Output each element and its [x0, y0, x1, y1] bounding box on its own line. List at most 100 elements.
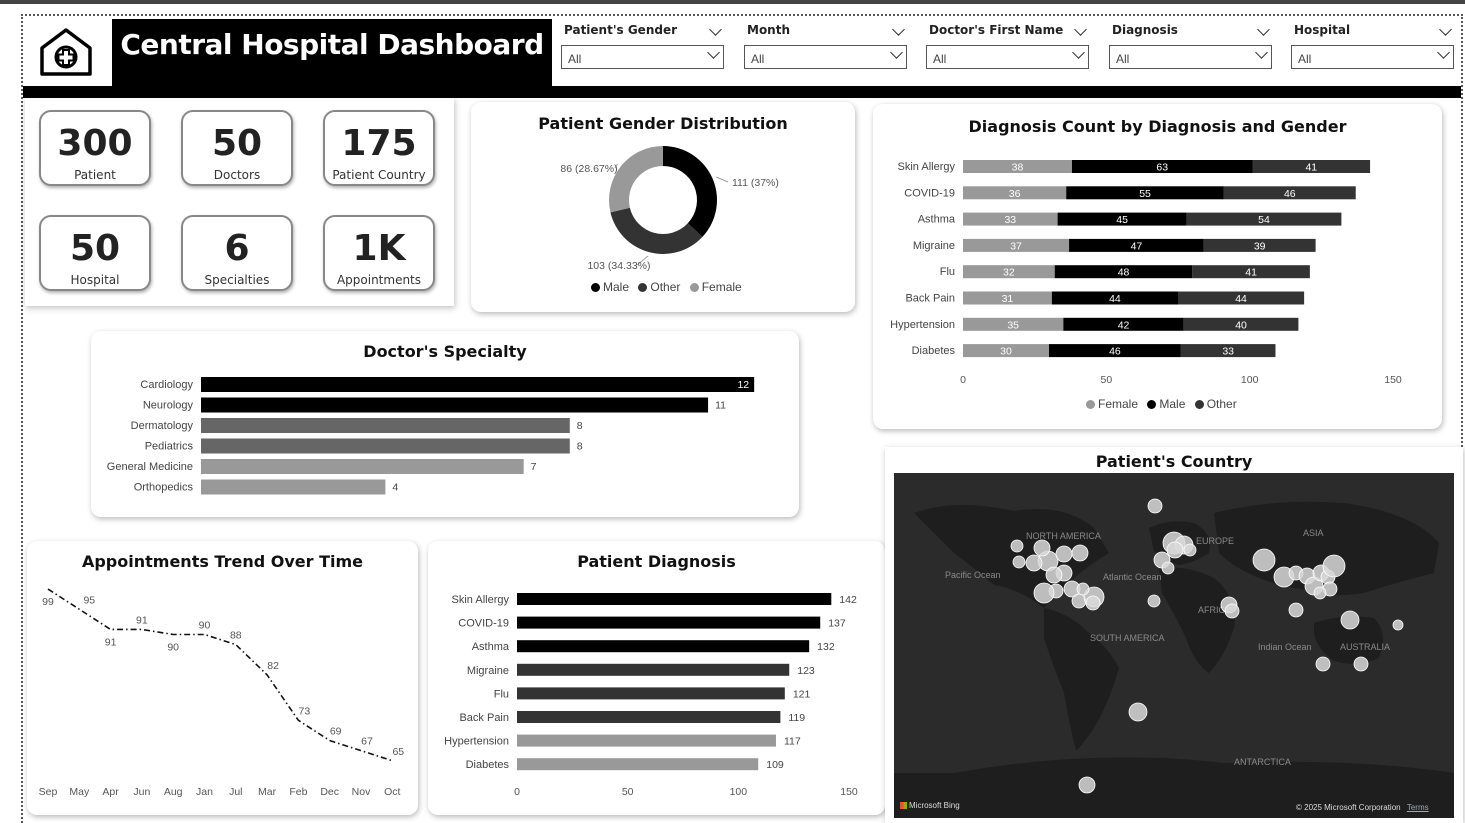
- filter-dropdown[interactable]: All: [926, 45, 1089, 69]
- world-map[interactable]: NORTH AMERICA EUROPE ASIA Pacific Ocean …: [894, 473, 1454, 818]
- category-label: Orthopedics: [134, 482, 194, 494]
- kpi-card-doctors[interactable]: 50 Doctors: [181, 110, 293, 186]
- country-bubble: [1224, 603, 1240, 619]
- kpi-value: 50: [69, 228, 121, 269]
- category-label: Skin Allergy: [452, 594, 510, 606]
- bar: [517, 640, 810, 653]
- filter-label: Month: [747, 23, 791, 37]
- bar: [517, 711, 781, 723]
- map-bubbles[interactable]: [894, 473, 1454, 818]
- data-label: 33: [1004, 214, 1016, 226]
- country-bubble: [1392, 619, 1404, 631]
- chevron-down-icon[interactable]: [892, 23, 905, 36]
- country-bubble: [1085, 595, 1101, 611]
- appointments-line-chart[interactable]: 99 95 91 91 90 90 88 82 73 69 67 65 Sep May Apr Jun Aug J…: [27, 541, 418, 815]
- axis-tick-label: 100: [730, 786, 748, 798]
- country-bubble: [1161, 561, 1175, 575]
- kpi-value: 50: [211, 123, 263, 164]
- data-label: 11: [715, 400, 726, 412]
- category-label: Flu: [494, 688, 509, 700]
- data-label: 12: [737, 379, 749, 391]
- country-bubble: [1353, 656, 1369, 672]
- filter-dropdown[interactable]: All: [1109, 45, 1272, 69]
- chevron-down-icon[interactable]: [707, 46, 720, 59]
- data-label: 33: [1222, 346, 1234, 358]
- category-label: Diabetes: [466, 759, 510, 771]
- country-bubble: [1025, 554, 1043, 572]
- legend-label: Other: [650, 280, 681, 294]
- chevron-down-icon[interactable]: [1074, 23, 1087, 36]
- bar: [201, 479, 386, 495]
- appointments-trend-card[interactable]: Appointments Trend Over Time 99 95 91 91 90 9…: [27, 541, 418, 815]
- chevron-down-icon[interactable]: [890, 46, 903, 59]
- bar: [517, 687, 785, 700]
- category-label: COVID-19: [904, 187, 955, 199]
- data-label: 109: [766, 759, 784, 771]
- chevron-down-icon[interactable]: [1439, 23, 1452, 36]
- country-bubble: [1313, 586, 1327, 600]
- country-bubble: [1288, 602, 1304, 618]
- data-label: 42: [1118, 319, 1130, 331]
- data-label: 8: [577, 441, 583, 453]
- bar: [517, 593, 832, 605]
- data-label: 41: [1245, 267, 1257, 279]
- chart-legend: Female Male Other: [1086, 397, 1243, 411]
- filter-value: All: [933, 52, 947, 66]
- diagnosis-gender-chart[interactable]: Skin Allergy 38 63 41 COVID-19 36 55 46 Asthma 33…: [873, 104, 1442, 429]
- map-terms-link[interactable]: Terms: [1407, 803, 1429, 812]
- header-divider: [23, 86, 1461, 98]
- chevron-down-icon[interactable]: [1255, 46, 1268, 59]
- filter-dropdown[interactable]: All: [561, 45, 724, 69]
- bar: [201, 377, 755, 392]
- legend-marker: [1147, 400, 1157, 409]
- data-label: 37: [1010, 240, 1022, 252]
- category-label: Asthma: [472, 641, 510, 653]
- filter-value: All: [568, 52, 582, 66]
- data-label: 41: [1305, 162, 1317, 174]
- kpi-value: 175: [341, 123, 417, 164]
- data-label: 30: [1000, 346, 1012, 358]
- data-label: 90: [199, 620, 211, 632]
- axis-tick-label: Feb: [289, 786, 307, 798]
- country-bubble: [1252, 548, 1276, 572]
- chevron-down-icon[interactable]: [1437, 46, 1450, 59]
- filter-doctor-first-name[interactable]: Doctor's First Name All: [926, 22, 1089, 70]
- kpi-card-patient[interactable]: 300 Patient: [39, 110, 151, 186]
- filter-dropdown[interactable]: All: [744, 45, 907, 69]
- gender-distribution-card[interactable]: Patient Gender Distribution 111 (37%) 103…: [471, 102, 855, 312]
- axis-tick-label: Oct: [384, 786, 400, 798]
- kpi-card-appointments[interactable]: 1K Appointments: [323, 215, 435, 291]
- chevron-down-icon[interactable]: [1257, 23, 1270, 36]
- chevron-down-icon[interactable]: [1072, 46, 1085, 59]
- data-label: 132: [817, 641, 835, 653]
- category-label: Pediatrics: [145, 441, 194, 453]
- doctor-specialty-chart[interactable]: Cardiology 12 Neurology 11 Dermatology 8 Pedia…: [91, 331, 799, 517]
- doctor-specialty-card[interactable]: Doctor's Specialty Cardiology 12 Neurology…: [91, 331, 799, 517]
- chevron-down-icon[interactable]: [709, 23, 722, 36]
- filter-month[interactable]: Month All: [744, 22, 907, 70]
- category-label: Skin Allergy: [898, 161, 956, 173]
- filter-diagnosis[interactable]: Diagnosis All: [1109, 22, 1272, 70]
- data-label: 121: [793, 688, 811, 700]
- patient-diagnosis-card[interactable]: Patient Diagnosis Skin Allergy 142 COVID-1…: [428, 541, 885, 815]
- axis-tick-label: 100: [1241, 374, 1259, 386]
- filter-dropdown[interactable]: All: [1291, 45, 1454, 69]
- patient-diagnosis-chart[interactable]: Skin Allergy 142 COVID-19 137 Asthma 132 Migra…: [428, 541, 885, 815]
- map-copyright-text: © 2025 Microsoft Corporation: [1296, 803, 1401, 812]
- kpi-label: Appointments: [336, 273, 422, 287]
- category-label: Cardiology: [140, 379, 193, 391]
- country-bubble: [1033, 539, 1051, 557]
- kpi-card-patient-country[interactable]: 175 Patient Country: [323, 110, 435, 186]
- bar: [201, 438, 570, 454]
- kpi-card-hospital[interactable]: 50 Hospital: [39, 215, 151, 291]
- data-label: 8: [577, 420, 583, 432]
- legend-marker: [591, 283, 600, 292]
- country-bubble: [1045, 566, 1063, 584]
- data-label: 99: [42, 596, 54, 608]
- filter-patient-gender[interactable]: Patient's Gender All: [561, 22, 724, 70]
- kpi-card-specialties[interactable]: 6 Specialties: [181, 215, 293, 291]
- map-copyright: © 2025 Microsoft Corporation Terms: [1296, 803, 1429, 812]
- diagnosis-gender-card[interactable]: Diagnosis Count by Diagnosis and Gender …: [873, 104, 1442, 429]
- category-label: Neurology: [143, 400, 194, 412]
- filter-hospital[interactable]: Hospital All: [1291, 22, 1454, 70]
